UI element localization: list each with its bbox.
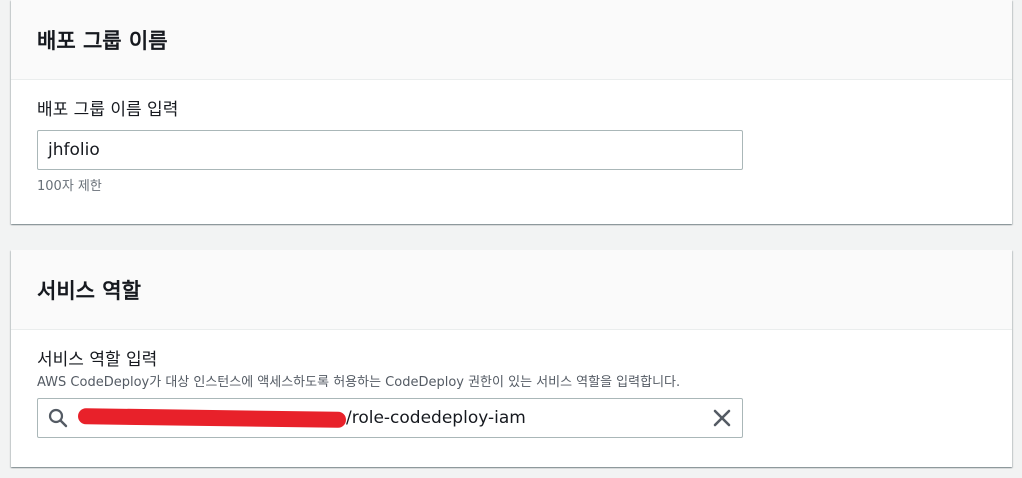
service-role-search-input[interactable]: /role-codedeploy-iam: [37, 398, 743, 438]
service-role-body: 서비스 역할 입력 AWS CodeDeploy가 대상 인스턴스에 액세스하도…: [11, 330, 1012, 438]
deployment-group-name-label: 배포 그룹 이름 입력: [37, 100, 179, 120]
service-role-value-text: /role-codedeploy-iam: [346, 408, 526, 428]
deployment-group-title: 배포 그룹 이름: [37, 28, 168, 53]
deployment-group-body: 배포 그룹 이름 입력 jhfolio 100자 제한: [11, 80, 1012, 194]
search-icon: [38, 399, 78, 437]
deployment-group-name-input[interactable]: jhfolio: [37, 130, 743, 170]
close-icon[interactable]: [702, 399, 742, 437]
service-role-header: 서비스 역할: [11, 250, 1012, 330]
deployment-group-header: 배포 그룹 이름: [11, 0, 1012, 80]
redaction-mark: [77, 408, 347, 428]
service-role-label: 서비스 역할 입력: [37, 350, 158, 370]
deployment-group-name-constraint: 100자 제한: [37, 179, 102, 194]
service-role-panel: 서비스 역할 서비스 역할 입력 AWS CodeDeploy가 대상 인스턴스…: [11, 250, 1012, 467]
deployment-group-panel: 배포 그룹 이름 배포 그룹 이름 입력 jhfolio 100자 제한: [11, 0, 1012, 224]
service-role-title: 서비스 역할: [37, 278, 141, 303]
service-role-value: /role-codedeploy-iam: [77, 399, 702, 437]
deployment-group-name-value: jhfolio: [48, 140, 100, 160]
service-role-description: AWS CodeDeploy가 대상 인스턴스에 액세스하도록 허용하는 Cod…: [37, 375, 681, 390]
